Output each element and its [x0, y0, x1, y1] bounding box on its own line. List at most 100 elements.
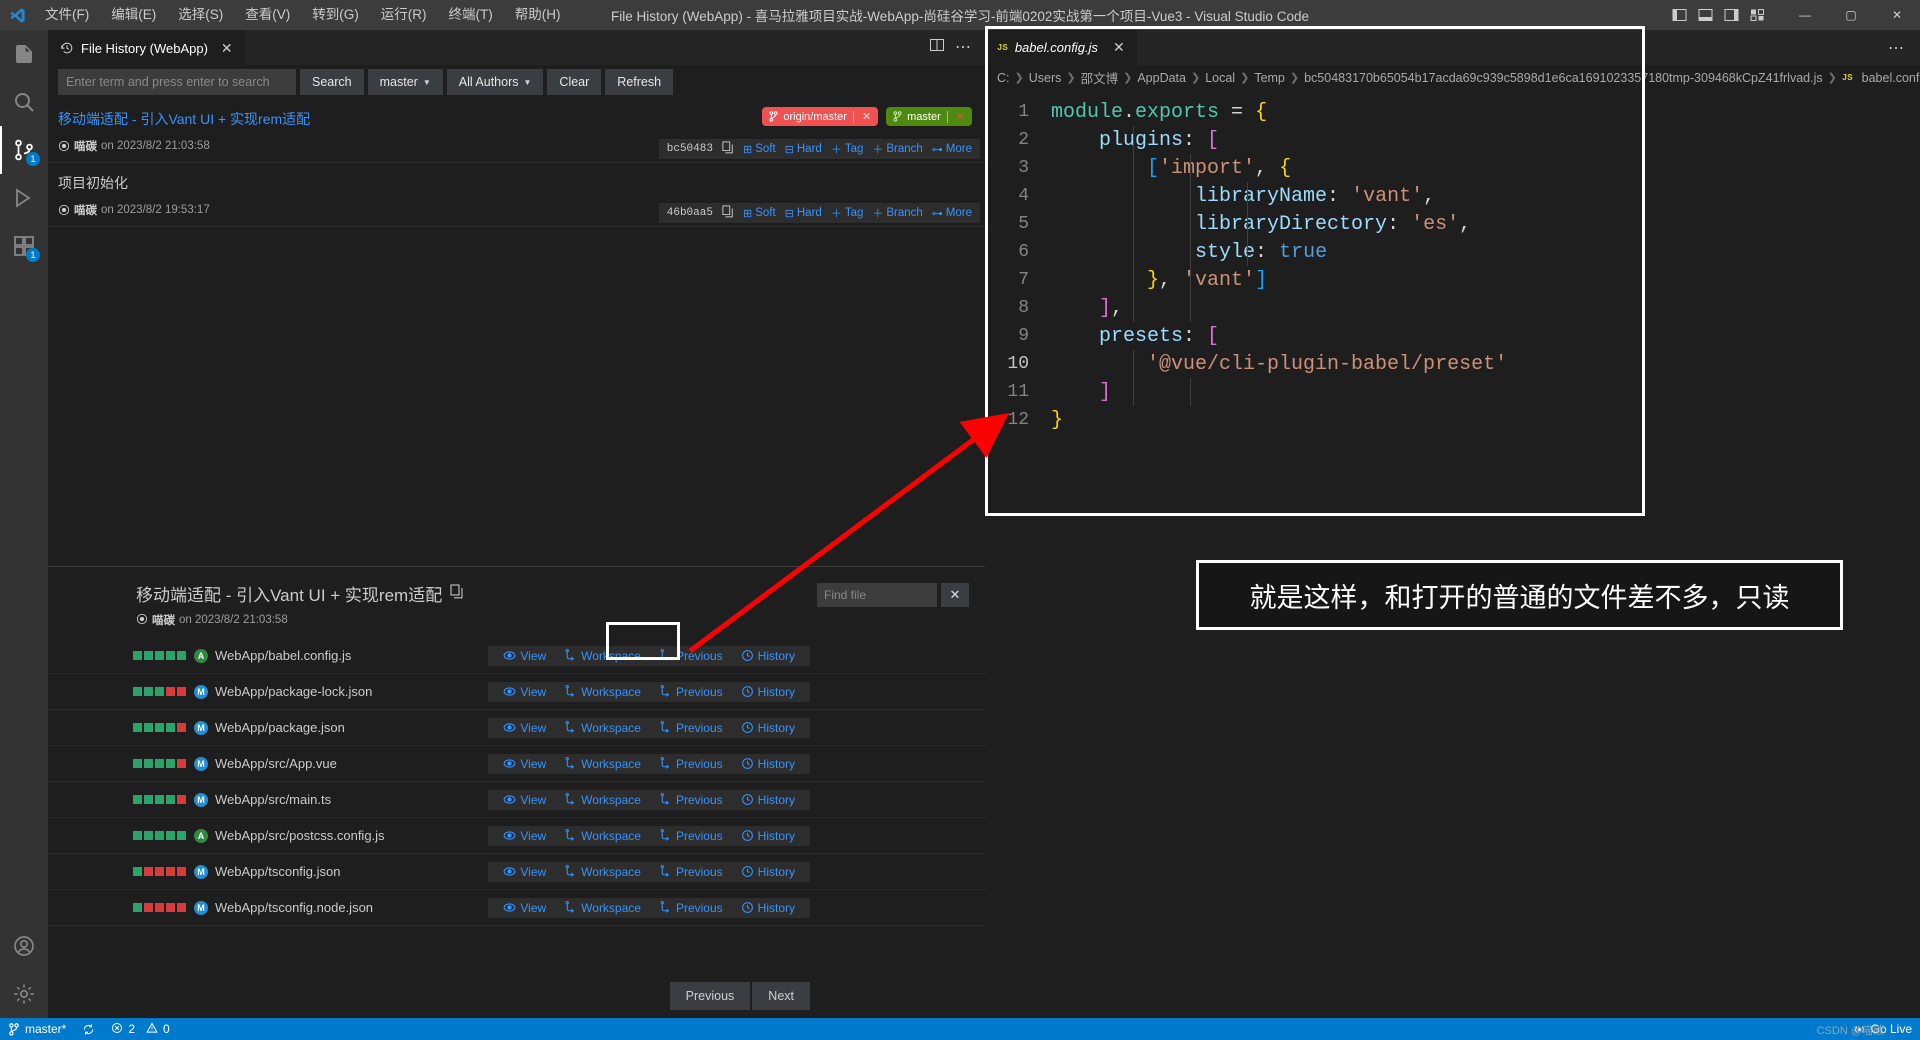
menu-terminal[interactable]: 终端(T) — [438, 0, 504, 30]
activity-explorer-icon[interactable] — [0, 30, 48, 78]
branch-filter-dropdown[interactable]: master ▼ — [367, 69, 443, 95]
file-action-previous[interactable]: Previous — [650, 685, 732, 699]
breadcrumb-item[interactable]: 邵文博 — [1081, 68, 1119, 87]
menu-view[interactable]: 查看(V) — [234, 0, 301, 30]
file-action-view[interactable]: View — [494, 649, 555, 663]
more-actions-icon[interactable]: ⋯ — [955, 39, 971, 55]
commit-action-branch[interactable]: ＋ Branch — [872, 141, 922, 157]
menu-help[interactable]: 帮助(H) — [504, 0, 572, 30]
tab-close-icon[interactable]: ✕ — [1113, 39, 1125, 56]
file-action-view[interactable]: View — [494, 829, 555, 843]
breadcrumb-item[interactable]: babel.config — [1862, 71, 1920, 85]
commit-action-branch[interactable]: ＋ Branch — [872, 205, 922, 221]
clear-button[interactable]: Clear — [547, 69, 602, 95]
status-problems[interactable]: 2 0 — [103, 1018, 177, 1040]
author-filter-dropdown[interactable]: All Authors ▼ — [446, 69, 544, 95]
breadcrumb-item[interactable]: Local — [1205, 71, 1235, 85]
file-action-workspace[interactable]: Workspace — [555, 685, 650, 699]
file-action-view[interactable]: View — [494, 793, 555, 807]
commit-action-more[interactable]: ⊶ More — [932, 143, 972, 156]
file-action-history[interactable]: History — [732, 865, 804, 879]
file-action-workspace[interactable]: Workspace — [555, 829, 650, 843]
file-action-view[interactable]: View — [494, 721, 555, 735]
copy-title-icon[interactable] — [450, 583, 464, 604]
file-row[interactable]: A WebApp/src/postcss.config.js View Workspa… — [48, 818, 985, 854]
file-row[interactable]: M WebApp/package.json View Workspace Previou… — [48, 710, 985, 746]
customize-layout-icon[interactable] — [1746, 4, 1768, 26]
file-action-previous[interactable]: Previous — [650, 829, 732, 843]
file-action-previous[interactable]: Previous — [650, 649, 732, 663]
activity-settings-icon[interactable] — [0, 970, 48, 1018]
breadcrumb-item[interactable]: Temp — [1254, 71, 1285, 85]
menu-selection[interactable]: 选择(S) — [167, 0, 234, 30]
commit-row[interactable]: 项目初始化 喵碳 on 2023/8/2 19:53:17 46b0aa5 ⊞ — [48, 163, 985, 227]
file-action-previous[interactable]: Previous — [650, 865, 732, 879]
commit-action-hard[interactable]: ⊟ Hard — [785, 143, 822, 156]
commit-row[interactable]: 移动端适配 - 引入Vant UI + 实现rem适配 喵碳 on 2023/8… — [48, 99, 985, 163]
toggle-panel-icon[interactable] — [1694, 4, 1716, 26]
tab-babel-config[interactable]: JS babel.config.js ✕ — [985, 30, 1137, 65]
tab-file-history[interactable]: File History (WebApp) ✕ — [48, 30, 245, 65]
file-action-workspace[interactable]: Workspace — [555, 721, 650, 735]
split-editor-icon[interactable] — [929, 37, 945, 58]
find-file-input[interactable] — [817, 583, 937, 607]
commit-action-more[interactable]: ⊶ More — [932, 207, 972, 220]
file-action-view[interactable]: View — [494, 685, 555, 699]
activity-extensions-icon[interactable]: 1 — [0, 222, 48, 270]
pagination-previous-button[interactable]: Previous — [669, 982, 751, 1010]
file-action-view[interactable]: View — [494, 865, 555, 879]
file-action-workspace[interactable]: Workspace — [555, 865, 650, 879]
activity-run-debug-icon[interactable] — [0, 174, 48, 222]
file-action-previous[interactable]: Previous — [650, 901, 732, 915]
file-row[interactable]: M WebApp/tsconfig.json View Workspace Previo… — [48, 854, 985, 890]
window-maximize-button[interactable]: ▢ — [1828, 0, 1874, 30]
find-file-clear-button[interactable]: ✕ — [941, 583, 969, 607]
file-action-previous[interactable]: Previous — [650, 757, 732, 771]
file-action-workspace[interactable]: Workspace — [555, 649, 650, 663]
activity-accounts-icon[interactable] — [0, 922, 48, 970]
commit-hash[interactable]: bc50483 — [667, 143, 713, 155]
file-action-workspace[interactable]: Workspace — [555, 901, 650, 915]
badge-close-icon[interactable]: ✕ — [862, 110, 871, 123]
file-row[interactable]: M WebApp/src/App.vue View Workspace Previous… — [48, 746, 985, 782]
file-row[interactable]: M WebApp/src/main.ts View Workspace Previous… — [48, 782, 985, 818]
file-action-workspace[interactable]: Workspace — [555, 757, 650, 771]
commit-action-soft[interactable]: ⊞ Soft — [743, 143, 776, 156]
breadcrumb-item[interactable]: bc50483170b65054b17acda69c939c5898d1e6ca… — [1304, 71, 1823, 85]
menu-file[interactable]: 文件(F) — [34, 0, 100, 30]
menu-bar[interactable]: 文件(F) 编辑(E) 选择(S) 查看(V) 转到(G) 运行(R) 终端(T… — [34, 0, 572, 30]
menu-go[interactable]: 转到(G) — [301, 0, 370, 30]
status-branch[interactable]: master* — [0, 1018, 74, 1040]
editor-more-actions-icon[interactable]: ⋯ — [1872, 30, 1920, 65]
window-close-button[interactable]: ✕ — [1874, 0, 1920, 30]
menu-edit[interactable]: 编辑(E) — [100, 0, 167, 30]
copy-hash-icon[interactable] — [722, 141, 734, 157]
file-action-workspace[interactable]: Workspace — [555, 793, 650, 807]
commit-action-tag[interactable]: ＋ Tag — [831, 141, 864, 157]
file-action-previous[interactable]: Previous — [650, 793, 732, 807]
file-action-history[interactable]: History — [732, 757, 804, 771]
status-sync-icon[interactable] — [74, 1018, 103, 1040]
tab-close-icon[interactable]: ✕ — [221, 41, 233, 55]
copy-hash-icon[interactable] — [722, 205, 734, 221]
file-action-previous[interactable]: Previous — [650, 721, 732, 735]
toggle-primary-sidebar-icon[interactable] — [1668, 4, 1690, 26]
file-action-view[interactable]: View — [494, 901, 555, 915]
layout-controls[interactable] — [1668, 4, 1782, 26]
menu-run[interactable]: 运行(R) — [370, 0, 438, 30]
badge-master[interactable]: master ✕ — [886, 107, 972, 126]
pagination-next-button[interactable]: Next — [752, 982, 810, 1010]
file-action-view[interactable]: View — [494, 757, 555, 771]
file-action-history[interactable]: History — [732, 649, 804, 663]
file-action-history[interactable]: History — [732, 901, 804, 915]
code-content[interactable]: 1 module.exports = { 2 plugins: [ 3 ['imp… — [985, 90, 1920, 434]
search-input[interactable] — [58, 69, 296, 95]
activity-search-icon[interactable] — [0, 78, 48, 126]
search-button[interactable]: Search — [300, 69, 364, 95]
activity-source-control-icon[interactable]: 1 — [0, 126, 48, 174]
file-action-history[interactable]: History — [732, 721, 804, 735]
file-action-history[interactable]: History — [732, 685, 804, 699]
file-action-history[interactable]: History — [732, 829, 804, 843]
commit-hash[interactable]: 46b0aa5 — [667, 207, 713, 219]
breadcrumb-item[interactable]: AppData — [1137, 71, 1186, 85]
